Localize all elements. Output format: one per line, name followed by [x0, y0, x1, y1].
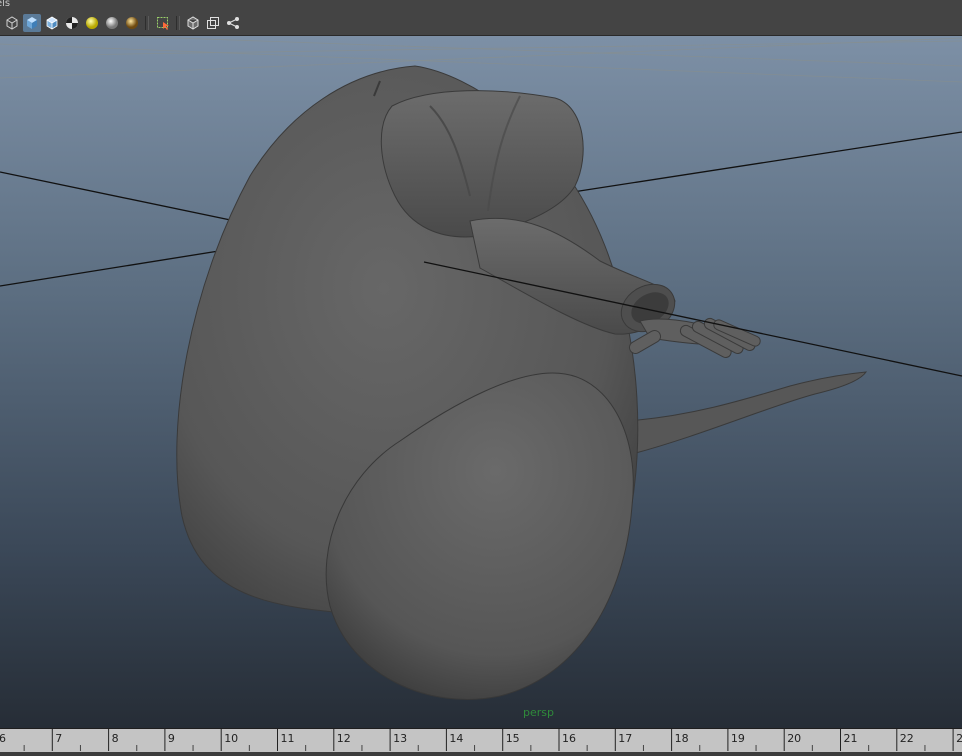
frame-number-label: 12: [336, 732, 351, 745]
xray-joints-icon[interactable]: [204, 14, 222, 32]
toolbar-divider: [176, 16, 180, 30]
3d-viewport-persp[interactable]: persp: [0, 36, 962, 728]
frame-number-label: 20: [787, 732, 802, 745]
frame-number-label: 10: [224, 732, 239, 745]
share-nodes-icon[interactable]: [224, 14, 242, 32]
frame-number-label: 13: [393, 732, 408, 745]
tail-mesh: [627, 371, 868, 455]
frame-number-label: 15: [505, 732, 520, 745]
all-lights-sphere-icon[interactable]: [103, 14, 121, 32]
viewport-scene: [0, 36, 962, 700]
frame-number-label: 18: [674, 732, 689, 745]
ground-grid: [0, 36, 962, 83]
isolate-select-icon[interactable]: [154, 14, 172, 32]
menu-bar: els: [0, 0, 962, 11]
time-slider[interactable]: 6 7 8 9 10 11 12 13 14 15 16 17 18 19 20 21 22 23: [0, 728, 962, 752]
camera-name-label: persp: [523, 706, 554, 719]
time-slider-ticks: [23, 729, 954, 751]
shadow-sphere-icon[interactable]: [123, 14, 141, 32]
wireframe-cube-icon[interactable]: [3, 14, 21, 32]
default-light-icon[interactable]: [83, 14, 101, 32]
frame-number-label: 7: [55, 732, 63, 745]
frame-number-label: 16: [562, 732, 576, 745]
xray-cube-icon[interactable]: [184, 14, 202, 32]
toolbar-divider: [145, 16, 149, 30]
frame-number-label: 14: [449, 732, 464, 745]
panel-toolbar: [0, 11, 962, 36]
frame-number-label: 17: [618, 732, 633, 745]
frame-number-label: 6: [0, 732, 6, 745]
frame-number-label: 21: [843, 732, 858, 745]
wireframe-on-shaded-icon[interactable]: [43, 14, 61, 32]
checker-texture-icon[interactable]: [63, 14, 81, 32]
frame-number-label: 8: [111, 732, 119, 745]
frame-number-label: 19: [730, 732, 745, 745]
smooth-shade-cube-icon[interactable]: [23, 14, 41, 32]
frame-number-label: 11: [280, 732, 295, 745]
frame-number-label: 23: [956, 732, 962, 745]
hand-mesh: [628, 317, 761, 359]
frame-number-label: 22: [899, 732, 914, 745]
frame-number-label: 9: [167, 732, 175, 745]
menu-bar-partial-text[interactable]: els: [0, 0, 10, 9]
